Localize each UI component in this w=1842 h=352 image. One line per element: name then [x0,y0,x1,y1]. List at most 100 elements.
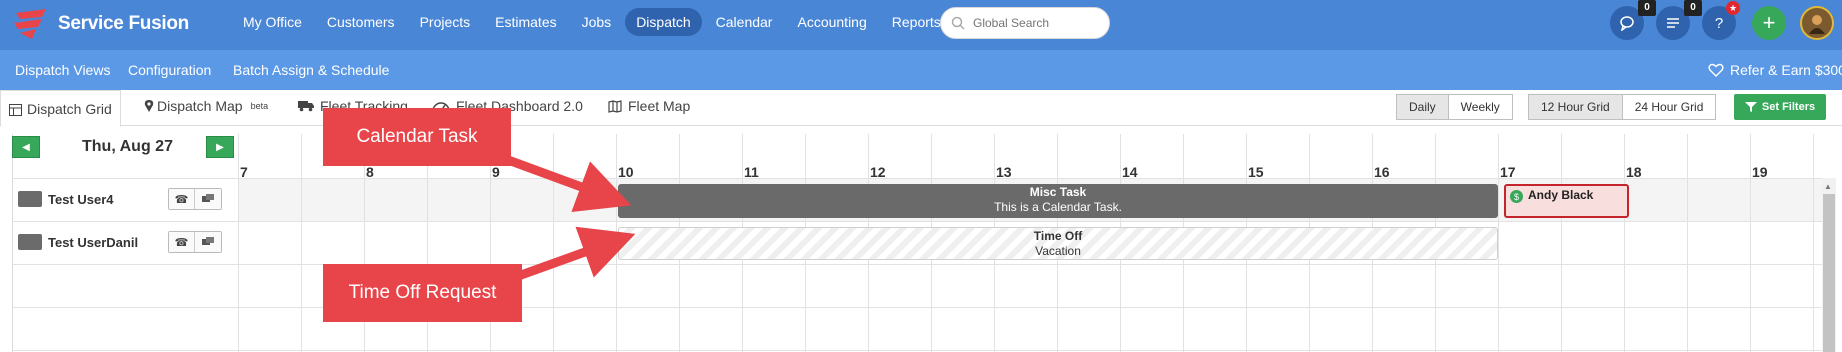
time-off-title: Time Off [1033,229,1083,243]
grid-hline [12,221,1822,222]
tab-fleet-map-label: Fleet Map [628,98,691,114]
caret-left-icon: ◀ [22,141,30,153]
user-row[interactable]: Test UserDanil ☎ [12,221,238,263]
subnav-batch-assign[interactable]: Batch Assign & Schedule [233,62,389,78]
add-button[interactable]: + [1752,6,1786,40]
user-avatar[interactable] [1800,6,1834,40]
message-icon[interactable] [195,189,221,209]
tab-dispatch-grid-label: Dispatch Grid [27,100,112,117]
user-name: Test User4 [48,191,114,207]
avatar-icon [1809,15,1825,34]
daily-button[interactable]: Daily [1397,95,1449,119]
refer-earn-label: Refer & Earn $300 [1730,62,1842,78]
refer-earn-link[interactable]: Refer & Earn $300 [1708,62,1842,78]
grid-vline [1687,134,1688,352]
nav-calendar[interactable]: Calendar [705,8,784,36]
global-search[interactable] [940,7,1110,39]
job-customer-name: Andy Black [1528,188,1594,202]
set-filters-button[interactable]: Set Filters [1734,94,1826,120]
current-date: Thu, Aug 27 [82,138,173,155]
grid-size-toggle: 12 Hour Grid 24 Hour Grid [1528,94,1717,120]
arrow-to-time-off [508,226,636,284]
tab-dispatch-grid[interactable]: Dispatch Grid [0,90,121,127]
job-event-andy-black[interactable]: $ Andy Black [1504,184,1629,218]
phone-icon[interactable]: ☎ [169,189,195,209]
grid-hline [12,350,1822,351]
hour-label: 12 [870,164,886,180]
scroll-up-arrow-icon[interactable]: ▲ [1824,182,1832,191]
help-icon: ? [1714,14,1724,32]
beta-badge: beta [250,101,269,111]
nav-my-office[interactable]: My Office [232,8,313,36]
callout-time-off-request: Time Off Request [323,264,522,322]
main-nav: My Office Customers Projects Estimates J… [232,8,955,36]
brand-logo[interactable]: Service Fusion [12,6,189,42]
notification-star-icon: ★ [1726,1,1740,15]
grid-hline [12,178,1822,179]
nav-jobs[interactable]: Jobs [571,8,623,36]
phone-icon[interactable]: ☎ [169,232,195,252]
nav-estimates[interactable]: Estimates [484,8,567,36]
heart-icon [1708,63,1724,77]
misc-task-event[interactable]: Misc Task This is a Calendar Task. [618,184,1498,218]
hour-label: 19 [1752,164,1768,180]
nav-projects[interactable]: Projects [409,8,482,36]
tasks-count-badge: 0 [1684,0,1702,16]
twentyfour-hour-grid-button[interactable]: 24 Hour Grid [1622,95,1716,119]
caret-right-icon: ▶ [216,141,224,153]
grid-vline [301,134,302,352]
hour-label: 17 [1500,164,1516,180]
search-input[interactable] [973,16,1093,30]
grid-vline [1624,134,1625,352]
nav-customers[interactable]: Customers [316,8,406,36]
prev-day-button[interactable]: ◀ [12,136,40,158]
hour-label: 10 [618,164,634,180]
chat-count-badge: 0 [1638,0,1656,16]
user-color-swatch [18,191,42,207]
view-toggle: Daily Weekly [1396,94,1513,120]
brand-name: Service Fusion [58,13,189,34]
scrollbar-thumb[interactable] [1823,194,1835,352]
subnav-dispatch-views[interactable]: Dispatch Views [15,62,110,78]
tab-fleet-map[interactable]: Fleet Map [608,98,690,114]
user-color-swatch [18,234,42,250]
grid-vline [238,134,239,352]
nav-accounting[interactable]: Accounting [786,8,877,36]
tasks-button[interactable]: 0 [1656,0,1702,40]
filter-funnel-icon [1744,102,1757,112]
user-actions: ☎ [168,231,222,253]
chat-button[interactable]: 0 [1610,0,1656,40]
grid-hline [12,264,1822,265]
grid-vline [616,134,617,352]
twelve-hour-grid-button[interactable]: 12 Hour Grid [1529,95,1623,119]
nav-dispatch[interactable]: Dispatch [625,8,702,36]
hour-label: 16 [1374,164,1390,180]
hour-label: 9 [492,164,500,180]
message-icon[interactable] [195,232,221,252]
tab-dispatch-map[interactable]: Dispatch Map beta [144,98,268,114]
weekly-button[interactable]: Weekly [1448,95,1512,119]
date-navigator: ◀ Thu, Aug 27 ▶ [12,136,234,166]
sub-navbar: Dispatch Views Configuration Batch Assig… [0,50,1842,90]
hour-label: 18 [1626,164,1642,180]
user-name: Test UserDanil [48,234,139,250]
misc-task-title: Misc Task [1029,185,1087,199]
next-day-button[interactable]: ▶ [206,136,234,158]
grid-vline [1561,134,1562,352]
grid-vline [1750,134,1751,352]
misc-task-description: This is a Calendar Task. [994,200,1122,214]
grid-vline [1498,134,1499,352]
subnav-configuration[interactable]: Configuration [128,62,211,78]
truck-icon [298,101,314,112]
hour-label: 8 [366,164,374,180]
hour-label: 14 [1122,164,1138,180]
tab-dispatch-map-label: Dispatch Map [157,98,243,114]
help-button[interactable]: ? ★ [1702,1,1740,40]
time-off-event[interactable]: Time Off Vacation [618,227,1498,260]
callout-calendar-task: Calendar Task [323,108,511,166]
payment-dollar-icon: $ [1510,190,1523,203]
user-actions: ☎ [168,188,222,210]
map-pin-icon [144,100,154,112]
set-filters-label: Set Filters [1761,101,1816,113]
user-row[interactable]: Test User4 ☎ [12,178,238,220]
